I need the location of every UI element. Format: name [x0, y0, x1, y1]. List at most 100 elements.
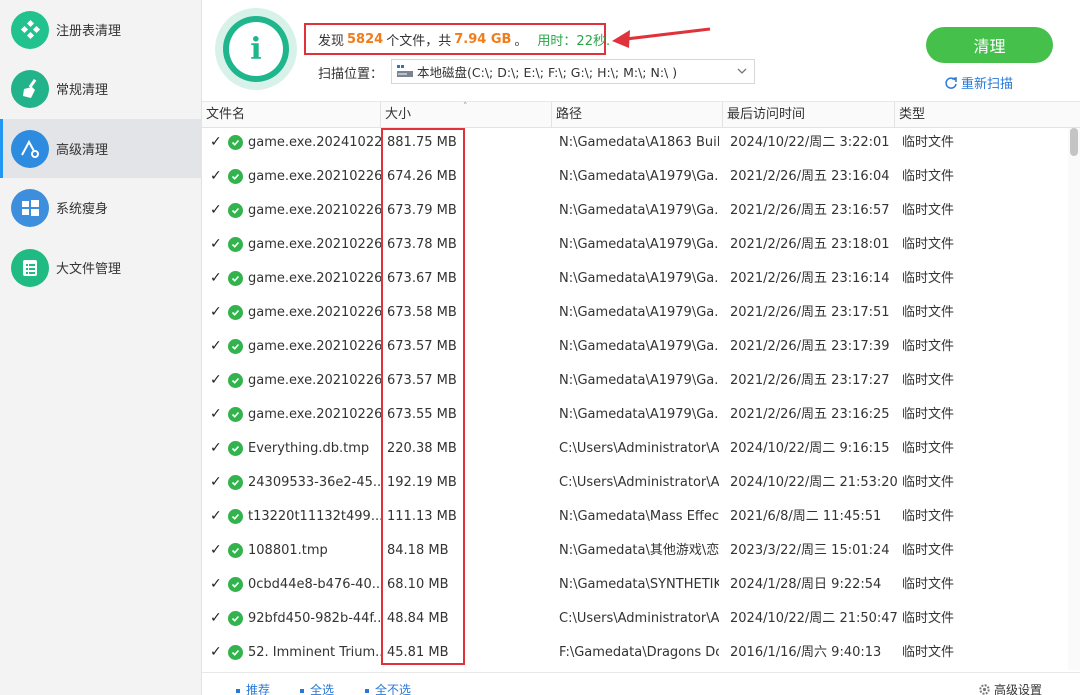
cell-file-type: 临时文件: [902, 407, 955, 422]
cell-file-size: 673.55 MB: [387, 407, 457, 422]
table-row[interactable]: ✓ game.exe.20210226... 673.55 MB N:\Gamedat…: [202, 400, 1068, 434]
cell-file-name: game.exe.20241022...: [248, 135, 382, 150]
cell-file-path: N:\Gamedata\A1979\Ga...: [559, 271, 719, 286]
table-row[interactable]: ✓ 52. Imminent Trium... 45.81 MB F:\Gamedat…: [202, 638, 1068, 670]
row-checkbox[interactable]: ✓: [210, 271, 223, 285]
row-checkbox[interactable]: ✓: [210, 373, 223, 387]
column-header-type[interactable]: 类型: [895, 102, 1068, 128]
row-checkbox[interactable]: ✓: [210, 611, 223, 625]
cell-last-access: 2024/10/22/周二 21:53:20: [730, 475, 898, 490]
sidebar-item-large-file[interactable]: 大文件管理: [0, 238, 202, 297]
cell-last-access: 2021/2/26/周五 23:16:14: [730, 271, 890, 286]
column-header-size[interactable]: 大小 ˄: [381, 102, 552, 128]
chevron-down-icon: [737, 68, 747, 74]
cell-last-access: 2021/2/26/周五 23:16:57: [730, 203, 890, 218]
table-row[interactable]: ✓ game.exe.20210226... 674.26 MB N:\Gamedat…: [202, 162, 1068, 196]
advanced-settings-link[interactable]: 高级设置: [978, 681, 1042, 695]
sidebar-item-regular-clean[interactable]: 常规清理: [0, 59, 202, 118]
table-row[interactable]: ✓ 0cbd44e8-b476-40... 68.10 MB N:\Gamedata\…: [202, 570, 1068, 604]
clean-button[interactable]: 清理: [926, 27, 1053, 63]
cell-file-type: 临时文件: [902, 543, 955, 558]
table-row[interactable]: ✓ game.exe.20241022... 881.75 MB N:\Gamedat…: [202, 128, 1068, 162]
row-checkbox[interactable]: ✓: [210, 475, 223, 489]
table-row[interactable]: ✓ game.exe.20210226... 673.57 MB N:\Gamedat…: [202, 366, 1068, 400]
column-header-name[interactable]: 文件名: [202, 102, 381, 128]
check-circle-icon: [228, 509, 243, 524]
scan-location-select[interactable]: 本地磁盘(C:\; D:\; E:\; F:\; G:\; H:\; M:\; …: [391, 59, 755, 84]
cell-file-type: 临时文件: [902, 611, 955, 626]
table-row[interactable]: ✓ Everything.db.tmp 220.38 MB C:\Users\Admi…: [202, 434, 1068, 468]
cell-file-size: 673.78 MB: [387, 237, 457, 252]
cell-file-type: 临时文件: [902, 339, 955, 354]
cell-file-path: N:\Gamedata\A1979\Ga...: [559, 169, 719, 184]
cell-last-access: 2024/1/28/周日 9:22:54: [730, 577, 882, 592]
check-circle-icon: [228, 135, 243, 150]
check-circle-icon: [228, 441, 243, 456]
column-header-path[interactable]: 路径: [552, 102, 723, 128]
row-checkbox[interactable]: ✓: [210, 339, 223, 353]
cell-file-size: 673.57 MB: [387, 339, 457, 354]
cell-file-type: 临时文件: [902, 237, 955, 252]
cell-last-access: 2024/10/22/周二 3:22:01: [730, 135, 890, 150]
row-checkbox[interactable]: ✓: [210, 407, 223, 421]
table-row[interactable]: ✓ game.exe.20210226... 673.78 MB N:\Gamedat…: [202, 230, 1068, 264]
table-row[interactable]: ✓ game.exe.20210226... 673.67 MB N:\Gamedat…: [202, 264, 1068, 298]
sidebar-item-label: 注册表清理: [56, 24, 122, 39]
row-checkbox[interactable]: ✓: [210, 441, 223, 455]
vertical-scrollbar[interactable]: [1068, 128, 1080, 670]
table-row[interactable]: ✓ t13220t11132t499... 111.13 MB N:\Gamedata…: [202, 502, 1068, 536]
select-all-label: 全选: [310, 683, 335, 695]
cell-file-name: game.exe.20210226...: [248, 271, 382, 286]
cell-file-type: 临时文件: [902, 203, 955, 218]
cell-file-path: N:\Gamedata\A1863 Buil...: [559, 135, 719, 150]
recommend-link[interactable]: 推荐: [236, 681, 270, 695]
summary-prefix: 发现: [318, 33, 345, 49]
row-checkbox[interactable]: ✓: [210, 645, 223, 659]
summary-elapsed-time: 用时：22秒.: [537, 33, 611, 49]
cell-file-path: N:\Gamedata\A1979\Ga...: [559, 407, 719, 422]
row-checkbox[interactable]: ✓: [210, 237, 223, 251]
select-none-link[interactable]: 全不选: [365, 681, 411, 695]
scan-location-label: 扫描位置：: [318, 67, 384, 82]
row-checkbox[interactable]: ✓: [210, 305, 223, 319]
cell-file-name: game.exe.20210226...: [248, 237, 382, 252]
windows-icon: [11, 188, 49, 227]
check-circle-icon: [228, 169, 243, 184]
file-list-icon: [11, 248, 49, 287]
cell-last-access: 2021/2/26/周五 23:17:39: [730, 339, 890, 354]
row-checkbox[interactable]: ✓: [210, 577, 223, 591]
sidebar-item-system-slim[interactable]: 系统瘦身: [0, 178, 202, 237]
cell-last-access: 2024/10/22/周二 21:50:47: [730, 611, 898, 626]
table-row[interactable]: ✓ 24309533-36e2-45... 192.19 MB C:\Users\Ad…: [202, 468, 1068, 502]
cell-file-size: 673.79 MB: [387, 203, 457, 218]
cell-file-type: 临时文件: [902, 645, 955, 660]
check-circle-icon: [228, 373, 243, 388]
row-checkbox[interactable]: ✓: [210, 543, 223, 557]
cell-file-size: 192.19 MB: [387, 475, 457, 490]
cell-file-path: N:\Gamedata\A1979\Ga...: [559, 373, 719, 388]
sidebar-item-advanced-clean[interactable]: 高级清理: [0, 119, 202, 178]
row-checkbox[interactable]: ✓: [210, 203, 223, 217]
table-row[interactable]: ✓ game.exe.20210226... 673.58 MB N:\Gamedat…: [202, 298, 1068, 332]
table-row[interactable]: ✓ game.exe.20210226... 673.57 MB N:\Gamedat…: [202, 332, 1068, 366]
column-header-last-access[interactable]: 最后访问时间: [723, 102, 895, 128]
summary-suffix: 。: [514, 33, 528, 49]
table-row[interactable]: ✓ 108801.tmp 84.18 MB N:\Gamedata\其他游戏\恋...…: [202, 536, 1068, 570]
sidebar-item-registry-clean[interactable]: 注册表清理: [0, 0, 202, 59]
table-row[interactable]: ✓ 92bfd450-982b-44f... 48.84 MB C:\Users\Ad…: [202, 604, 1068, 638]
cell-file-type: 临时文件: [902, 577, 955, 592]
scrollbar-thumb[interactable]: [1070, 128, 1078, 156]
row-checkbox[interactable]: ✓: [210, 509, 223, 523]
select-all-link[interactable]: 全选: [300, 681, 334, 695]
table-row[interactable]: ✓ game.exe.20210226... 673.79 MB N:\Gamedat…: [202, 196, 1068, 230]
select-none-label: 全不选: [375, 683, 412, 695]
cell-last-access: 2021/2/26/周五 23:16:25: [730, 407, 890, 422]
broom-icon: [11, 69, 49, 108]
check-circle-icon: [228, 577, 243, 592]
row-checkbox[interactable]: ✓: [210, 169, 223, 183]
check-circle-icon: [228, 611, 243, 626]
row-checkbox[interactable]: ✓: [210, 135, 223, 149]
rescan-link[interactable]: 重新扫描: [944, 73, 1013, 92]
sidebar: 注册表清理 常规清理 高级清理 系统瘦身 大文件管理: [0, 0, 202, 695]
check-circle-icon: [228, 271, 243, 286]
